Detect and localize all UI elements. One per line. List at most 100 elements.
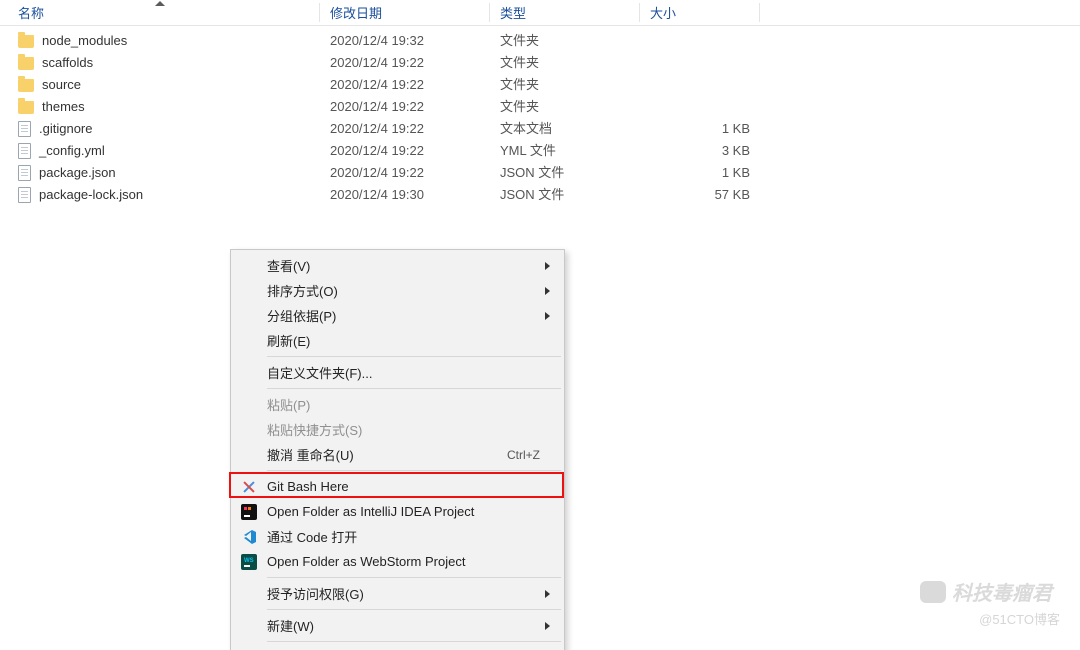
menu-open-webstorm-label: Open Folder as WebStorm Project (267, 554, 540, 569)
menu-grant-access[interactable]: 授予访问权限(G) (233, 581, 562, 606)
file-name-cell: themes (0, 96, 320, 118)
column-header-row: 名称 修改日期 类型 大小 (0, 0, 1080, 26)
menu-separator (267, 470, 561, 471)
submenu-arrow-icon (545, 622, 550, 630)
menu-view[interactable]: 查看(V) (233, 253, 562, 278)
submenu-arrow-icon (545, 262, 550, 270)
menu-view-label: 查看(V) (267, 256, 540, 275)
file-row[interactable]: scaffolds 2020/12/4 19:22文件夹 (0, 52, 1080, 74)
column-name-label: 名称 (18, 3, 44, 22)
file-type: JSON 文件 (490, 162, 640, 184)
menu-separator (267, 641, 561, 642)
file-type: 文件夹 (490, 74, 640, 96)
menu-properties[interactable]: 属性(R) (233, 645, 562, 650)
context-menu: 查看(V) 排序方式(O) 分组依据(P) 刷新(E) 自定义文件夹(F)...… (230, 249, 565, 650)
menu-grant-access-label: 授予访问权限(G) (267, 584, 540, 603)
menu-paste-shortcut-label: 粘贴快捷方式(S) (267, 420, 540, 439)
file-date: 2020/12/4 19:22 (320, 140, 490, 162)
menu-new-label: 新建(W) (267, 616, 540, 635)
column-header-size[interactable]: 大小 (640, 0, 760, 25)
menu-undo-rename-label: 撤消 重命名(U) (267, 445, 507, 464)
file-row[interactable]: _config.yml2020/12/4 19:22YML 文件3 KB (0, 140, 1080, 162)
file-type: 文件夹 (490, 30, 640, 52)
menu-group-by[interactable]: 分组依据(P) (233, 303, 562, 328)
file-list: node_modules2020/12/4 19:32文件夹scaffolds2… (0, 26, 1080, 206)
file-date: 2020/12/4 19:22 (320, 96, 490, 118)
column-header-name[interactable]: 名称 (0, 0, 320, 25)
folder-icon (18, 79, 34, 92)
file-name-cell: scaffolds (0, 52, 320, 74)
menu-paste-shortcut: 粘贴快捷方式(S) (233, 417, 562, 442)
file-row[interactable]: source 2020/12/4 19:22文件夹 (0, 74, 1080, 96)
file-name: themes (42, 96, 85, 118)
menu-undo-rename-shortcut: Ctrl+Z (507, 448, 540, 462)
folder-icon (18, 35, 34, 48)
file-date: 2020/12/4 19:22 (320, 74, 490, 96)
file-name-cell: source (0, 74, 320, 96)
file-name-cell: package.json (0, 162, 320, 184)
file-name: source (42, 74, 81, 96)
file-date: 2020/12/4 19:22 (320, 52, 490, 74)
file-row[interactable]: package-lock.json2020/12/4 19:30JSON 文件5… (0, 184, 1080, 206)
file-icon (18, 143, 31, 159)
folder-icon (18, 57, 34, 70)
menu-open-code[interactable]: 通过 Code 打开 (233, 524, 562, 549)
file-row[interactable]: .gitignore2020/12/4 19:22文本文档1 KB (0, 118, 1080, 140)
git-icon (241, 479, 257, 495)
file-name: node_modules (42, 30, 127, 52)
menu-open-intellij[interactable]: Open Folder as IntelliJ IDEA Project (233, 499, 562, 524)
file-row[interactable]: package.json2020/12/4 19:22JSON 文件1 KB (0, 162, 1080, 184)
menu-git-bash-here[interactable]: Git Bash Here (233, 474, 562, 499)
menu-refresh-label: 刷新(E) (267, 331, 540, 350)
file-type: 文件夹 (490, 52, 640, 74)
menu-new[interactable]: 新建(W) (233, 613, 562, 638)
file-icon (18, 121, 31, 137)
file-type: YML 文件 (490, 140, 640, 162)
file-name: scaffolds (42, 52, 93, 74)
submenu-arrow-icon (545, 590, 550, 598)
vscode-icon (241, 529, 257, 545)
wechat-icon (920, 581, 946, 603)
file-row[interactable]: node_modules 2020/12/4 19:32文件夹 (0, 30, 1080, 52)
file-size: 57 KB (640, 184, 760, 206)
file-date: 2020/12/4 19:22 (320, 118, 490, 140)
file-name: package-lock.json (39, 184, 143, 206)
sort-ascending-icon (155, 1, 165, 6)
column-size-label: 大小 (650, 3, 676, 22)
folder-icon (18, 101, 34, 114)
file-name: package.json (39, 162, 116, 184)
watermark-brand-text: 科技毒瘤君 (952, 577, 1052, 606)
file-name-cell: _config.yml (0, 140, 320, 162)
file-name: _config.yml (39, 140, 105, 162)
menu-git-bash-label: Git Bash Here (267, 479, 540, 494)
menu-separator (267, 577, 561, 578)
file-name-cell: package-lock.json (0, 184, 320, 206)
watermark-brand: 科技毒瘤君 (920, 577, 1052, 606)
menu-sort-by[interactable]: 排序方式(O) (233, 278, 562, 303)
submenu-arrow-icon (545, 312, 550, 320)
menu-separator (267, 609, 561, 610)
menu-refresh[interactable]: 刷新(E) (233, 328, 562, 353)
file-icon (18, 165, 31, 181)
menu-separator (267, 356, 561, 357)
file-date: 2020/12/4 19:30 (320, 184, 490, 206)
menu-sort-by-label: 排序方式(O) (267, 281, 540, 300)
file-size: 1 KB (640, 118, 760, 140)
file-type: 文件夹 (490, 96, 640, 118)
file-date: 2020/12/4 19:32 (320, 30, 490, 52)
column-type-label: 类型 (500, 3, 526, 22)
menu-undo-rename[interactable]: 撤消 重命名(U) Ctrl+Z (233, 442, 562, 467)
menu-paste-label: 粘贴(P) (267, 395, 540, 414)
file-name: .gitignore (39, 118, 92, 140)
column-header-type[interactable]: 类型 (490, 0, 640, 25)
menu-customize-folder[interactable]: 自定义文件夹(F)... (233, 360, 562, 385)
file-icon (18, 187, 31, 203)
menu-group-by-label: 分组依据(P) (267, 306, 540, 325)
file-row[interactable]: themes 2020/12/4 19:22文件夹 (0, 96, 1080, 118)
menu-open-intellij-label: Open Folder as IntelliJ IDEA Project (267, 504, 540, 519)
column-header-date[interactable]: 修改日期 (320, 0, 490, 25)
menu-paste: 粘贴(P) (233, 392, 562, 417)
menu-open-webstorm[interactable]: WS Open Folder as WebStorm Project (233, 549, 562, 574)
menu-separator (267, 388, 561, 389)
intellij-icon (241, 504, 257, 520)
